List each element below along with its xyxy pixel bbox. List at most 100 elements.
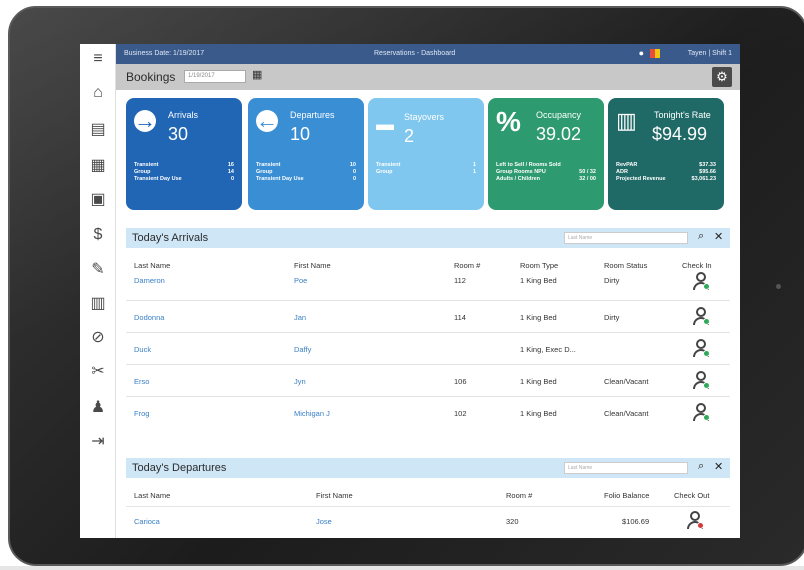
departures-count: 10 bbox=[290, 124, 311, 144]
last-name-link[interactable]: Dodonna bbox=[134, 313, 164, 322]
chat-icon[interactable]: ● bbox=[639, 48, 644, 58]
breakdown-value: 0 bbox=[352, 169, 356, 175]
last-name-link[interactable]: Erso bbox=[134, 377, 149, 386]
arrivals-panel-header: Today's Arrivals Last Name ⌕ ✕ bbox=[126, 228, 730, 248]
user-shift[interactable]: Tayen | Shift 1 bbox=[688, 50, 732, 57]
users-icon[interactable]: ♟ bbox=[86, 396, 110, 418]
breakdown-label: Group bbox=[134, 169, 151, 175]
date-input[interactable]: 1/19/2017 bbox=[184, 70, 246, 83]
breakdown-value: 14 bbox=[227, 169, 234, 175]
first-name-link[interactable]: Jan bbox=[294, 313, 306, 322]
home-icon[interactable]: ⌂ bbox=[86, 82, 110, 104]
last-name-link[interactable]: Duck bbox=[134, 345, 151, 354]
column-header[interactable]: Check In bbox=[682, 261, 712, 270]
room-number: 102 bbox=[454, 409, 467, 418]
bottom-strip bbox=[0, 566, 804, 570]
breakdown-label: ADR bbox=[616, 169, 628, 175]
calendar-picker-icon[interactable]: ▦ bbox=[252, 68, 262, 81]
column-header[interactable]: Room Type bbox=[520, 261, 558, 270]
stayovers-title: Stayovers bbox=[404, 112, 445, 122]
hotel-icon: ▥ bbox=[616, 108, 637, 133]
first-name-link[interactable]: Poe bbox=[294, 276, 307, 285]
rate-title: Tonight's Rate bbox=[654, 110, 711, 120]
room-number: 106 bbox=[454, 377, 467, 386]
stayovers-card[interactable]: ▬ Stayovers 2 Transient 1 Group 1 bbox=[368, 98, 484, 210]
sign-out-icon[interactable]: ⇥ bbox=[86, 430, 110, 452]
check-in-icon[interactable] bbox=[692, 307, 710, 327]
column-header[interactable]: First Name bbox=[316, 491, 353, 500]
building-icon[interactable]: ▦ bbox=[86, 154, 110, 176]
arrivals-card[interactable]: → Arrivals 30 Transient 16 Group 14 Transi… bbox=[126, 98, 242, 210]
stayovers-count: 2 bbox=[404, 126, 415, 146]
column-header[interactable]: Room # bbox=[454, 261, 480, 270]
breakdown-label: RevPAR bbox=[616, 162, 638, 168]
arrow-left-icon: ← bbox=[256, 108, 278, 133]
ban-icon[interactable]: ⊘ bbox=[86, 326, 110, 348]
check-in-icon[interactable] bbox=[692, 272, 710, 292]
breakdown-value: 1 bbox=[472, 162, 476, 168]
departures-card[interactable]: ← Departures 10 Transient 10 Group 0 Trans… bbox=[248, 98, 364, 210]
search-icon[interactable]: ⌕ bbox=[698, 460, 704, 473]
departures-panel-title: Today's Departures bbox=[132, 462, 227, 474]
document-icon[interactable]: ▤ bbox=[86, 118, 110, 140]
last-name-link[interactable]: Frog bbox=[134, 409, 149, 418]
bookings-title: Bookings bbox=[126, 70, 176, 84]
last-name-link[interactable]: Carioca bbox=[134, 517, 160, 526]
room-number: 112 bbox=[454, 276, 466, 285]
column-header[interactable]: Room Status bbox=[604, 261, 647, 270]
arrivals-search-input[interactable]: Last Name bbox=[564, 232, 688, 244]
money-icon[interactable]: $ bbox=[86, 224, 110, 246]
column-header[interactable]: Folio Balance bbox=[604, 491, 649, 500]
rate-value: $94.99 bbox=[652, 124, 708, 144]
check-in-icon[interactable] bbox=[692, 403, 710, 423]
gear-icon[interactable]: ⚙ bbox=[712, 67, 732, 87]
breakdown-label: Group Rooms NPU bbox=[496, 169, 546, 175]
wrench-icon[interactable]: ✂ bbox=[86, 360, 110, 382]
page-title: Reservations - Dashboard bbox=[374, 50, 456, 57]
broom-icon[interactable]: ✎ bbox=[86, 258, 110, 280]
first-name-link[interactable]: Jose bbox=[316, 517, 332, 526]
first-name-link[interactable]: Daffy bbox=[294, 345, 311, 354]
check-in-icon[interactable] bbox=[692, 339, 710, 359]
first-name-link[interactable]: Jyn bbox=[294, 377, 306, 386]
arrivals-title: Arrivals bbox=[168, 110, 199, 120]
room-type: 1 King, Exec D... bbox=[520, 345, 576, 354]
breakdown-label: Projected Revenue bbox=[616, 176, 666, 182]
check-in-icon[interactable] bbox=[692, 371, 710, 391]
last-name-link[interactable]: Dameron bbox=[134, 276, 165, 285]
breakdown-value: $3,061.23 bbox=[691, 176, 716, 182]
room-number: 320 bbox=[506, 517, 519, 526]
flag-icon[interactable] bbox=[650, 49, 660, 58]
search-icon[interactable]: ⌕ bbox=[698, 230, 704, 243]
breakdown-value: $95.66 bbox=[699, 169, 716, 175]
clipboard-icon[interactable]: ▥ bbox=[86, 292, 110, 314]
breakdown-value: $37.33 bbox=[699, 162, 716, 168]
column-header[interactable]: First Name bbox=[294, 261, 331, 270]
first-name-link[interactable]: Michigan J bbox=[294, 409, 330, 418]
arrivals-panel-title: Today's Arrivals bbox=[132, 232, 209, 244]
breakdown-label: Transient Day Use bbox=[256, 176, 304, 182]
column-header[interactable]: Room # bbox=[506, 491, 532, 500]
bed-icon: ▬ bbox=[376, 114, 394, 134]
occupancy-title: Occupancy bbox=[536, 110, 582, 120]
departures-search-input[interactable]: Last Name bbox=[564, 462, 688, 474]
check-out-icon[interactable] bbox=[686, 511, 704, 531]
breakdown-label: Transient bbox=[134, 162, 159, 168]
column-header[interactable]: Check Out bbox=[674, 491, 709, 500]
breakdown-label: Left to Sell / Rooms Sold bbox=[496, 162, 561, 168]
occupancy-card[interactable]: % Occupancy 39.02 Left to Sell / Rooms S… bbox=[488, 98, 604, 210]
breakdown-value: 32 / 00 bbox=[579, 176, 596, 182]
folio-balance: $106.69 bbox=[622, 517, 650, 526]
bookings-bar: Bookings 1/19/2017 ▦ ⚙ bbox=[116, 64, 740, 90]
calendar-icon[interactable]: ▣ bbox=[86, 188, 110, 210]
close-icon[interactable]: ✕ bbox=[714, 230, 723, 243]
breakdown-value: 50 / 32 bbox=[579, 169, 596, 175]
column-header[interactable]: Last Name bbox=[134, 491, 170, 500]
rate-card[interactable]: ▥ Tonight's Rate $94.99 RevPAR $37.33 ADR… bbox=[608, 98, 724, 210]
close-icon[interactable]: ✕ bbox=[714, 460, 723, 473]
hamburger-menu-icon[interactable]: ≡ bbox=[86, 48, 110, 70]
table-row: Duck Daffy 1 King, Exec D... bbox=[126, 332, 730, 364]
arrivals-count: 30 bbox=[168, 124, 189, 144]
column-header[interactable]: Last Name bbox=[134, 261, 170, 270]
breakdown-value: 10 bbox=[349, 162, 356, 168]
